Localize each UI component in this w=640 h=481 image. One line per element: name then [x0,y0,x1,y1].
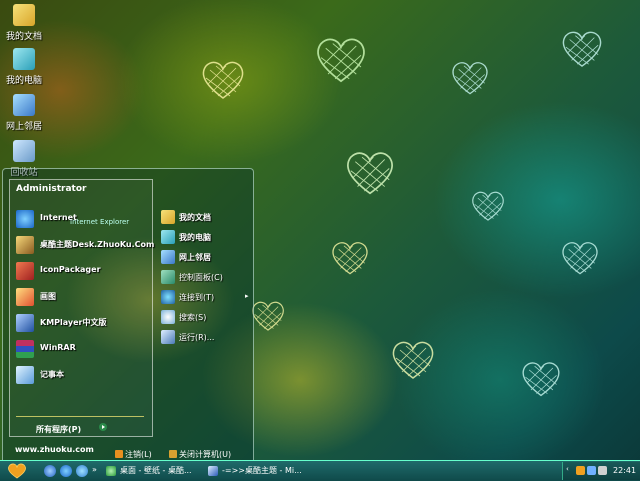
kmplayer-icon [16,314,34,332]
start-item-control-panel[interactable]: 控制面板(C) [161,269,249,287]
internet-explorer-icon [16,210,34,228]
program-label: WinRAR [40,343,76,352]
volume-icon[interactable] [598,466,607,475]
user-name: Administrator [16,184,87,194]
start-item-my-documents[interactable]: 我的文档 [161,209,249,227]
program-label: 桌酷主题Desk.ZhuoKu.Com [40,240,155,249]
heart-decoration [332,242,368,275]
program-item-internet[interactable]: Internet Internet Explorer [14,208,150,230]
shutdown-icon [169,450,177,458]
program-label: IconPackager [40,265,101,274]
network-icon[interactable] [587,466,596,475]
heart-decoration [317,38,365,83]
paint-icon [16,288,34,306]
task-label: -=>>桌酷主题 - Mi... [222,466,302,475]
divider [16,416,144,417]
internet-explorer-icon[interactable] [60,465,72,477]
connect-to-icon [161,290,175,304]
desktop-icon-my-documents[interactable]: 我的文档 [4,4,44,42]
zhuoku-icon [16,236,34,254]
run-icon [161,330,175,344]
program-item-zhuoku[interactable]: 桌酷主题Desk.ZhuoKu.Com [14,234,154,256]
program-sublabel: Internet Explorer [70,218,130,226]
start-item-label: 网上邻居 [179,253,211,262]
chevron-right-icon[interactable]: » [92,465,97,474]
search-icon [161,310,175,324]
browser-icon [106,465,116,476]
desktop-icon-my-computer[interactable]: 我的电脑 [4,48,44,86]
program-item-winrar[interactable]: WinRAR [14,338,150,360]
heart-decoration [472,191,504,221]
media-player-icon[interactable] [76,465,88,477]
desktop-icon-label: 网上邻居 [5,122,42,132]
network-places-icon [13,94,35,116]
clock[interactable]: 22:41 [613,466,636,475]
show-desktop-icon[interactable] [44,465,56,477]
my-computer-icon [161,230,175,244]
logoff-icon [115,450,123,458]
desktop-icon-network-places[interactable]: 网上邻居 [4,94,44,132]
heart-decoration [562,242,598,275]
start-item-label: 我的电脑 [179,233,211,242]
control-panel-icon [161,270,175,284]
user-icon[interactable] [576,466,585,475]
start-item-connect-to[interactable]: 连接到(T) ▸ [161,289,249,307]
start-item-label: 控制面板(C) [179,273,223,282]
heart-decoration [202,61,244,99]
program-item-paint[interactable]: 画图 [14,286,150,308]
start-item-run[interactable]: 运行(R)... [161,329,249,347]
shutdown-button[interactable]: 关闭计算机(U) [179,449,231,460]
heart-decoration [347,152,393,195]
submenu-arrow-icon: ▸ [245,292,249,300]
heart-decoration [562,31,602,67]
start-item-network-places[interactable]: 网上邻居 [161,249,249,267]
heart-decoration [392,341,434,379]
notepad-icon [16,366,34,384]
desktop-icon-label: 我的文档 [5,32,42,42]
program-label: KMPlayer中文版 [40,318,107,327]
taskbar: » 桌面 - 壁纸 - 桌酷... -=>>桌酷主题 - Mi... ‹ 22:… [0,460,640,481]
start-menu: Administrator Internet Internet Explorer… [2,168,254,462]
iconpackager-icon [16,262,34,280]
start-menu-programs-pane: Administrator Internet Internet Explorer… [9,179,154,437]
start-button[interactable] [6,463,28,479]
program-item-notepad[interactable]: 记事本 [14,364,150,386]
my-documents-icon [161,210,175,224]
taskbar-task-word[interactable]: -=>>桌酷主题 - Mi... [208,463,304,479]
winrar-icon [16,340,34,358]
task-label: 桌面 - 壁纸 - 桌酷... [120,466,192,475]
heart-decoration [252,301,284,331]
taskbar-task-browser[interactable]: 桌面 - 壁纸 - 桌酷... [106,463,196,479]
start-item-label: 连接到(T) [179,293,215,302]
recycle-bin-icon [13,140,35,162]
start-item-search[interactable]: 搜索(S) [161,309,249,327]
logoff-button[interactable]: 注销(L) [125,449,152,460]
system-tray: ‹ 22:41 [562,462,640,480]
program-label: 画图 [40,292,56,301]
my-computer-icon [13,48,35,70]
site-url: www.zhuoku.com [15,445,94,454]
start-item-label: 我的文档 [179,213,211,222]
all-programs-button[interactable]: 所有程序(P) [36,424,81,435]
desktop-icon-label: 我的电脑 [5,76,42,86]
program-label: 记事本 [40,370,64,379]
heart-decoration [522,362,560,397]
arrow-right-icon [99,423,107,431]
word-icon [208,465,218,476]
start-item-label: 搜索(S) [179,313,207,322]
my-documents-icon [13,4,35,26]
program-item-iconpackager[interactable]: IconPackager [14,260,150,282]
start-item-label: 运行(R)... [179,333,215,342]
heart-decoration [452,62,488,95]
start-item-my-computer[interactable]: 我的电脑 [161,229,249,247]
program-item-kmplayer[interactable]: KMPlayer中文版 [14,312,150,334]
chevron-left-icon[interactable]: ‹ [566,465,575,474]
network-places-icon [161,250,175,264]
